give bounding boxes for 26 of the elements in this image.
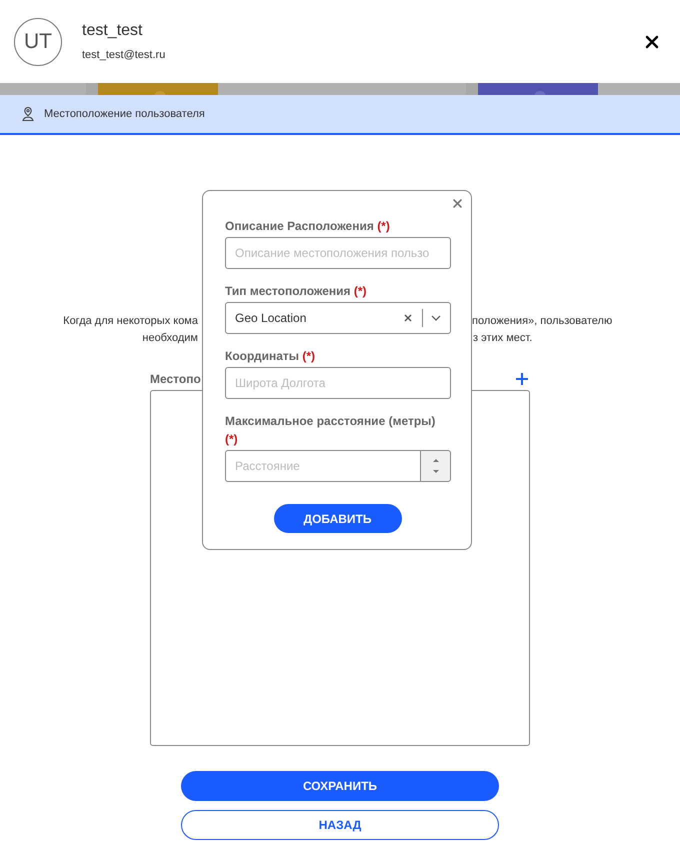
user-email: test_test@test.ru <box>82 49 166 61</box>
input-field[interactable]: Описание местоположения пользо <box>225 237 451 269</box>
add-icon[interactable] <box>516 373 528 385</box>
input-field[interactable]: Расстояние <box>225 450 420 482</box>
input-field[interactable]: Широта Долгота <box>225 367 451 399</box>
back-button[interactable]: НАЗАД <box>181 810 499 840</box>
description-text: необходим <box>141 332 198 344</box>
description-text: з этих мест. <box>473 332 532 344</box>
spinner-icon[interactable] <box>420 450 451 482</box>
close-icon[interactable] <box>644 34 660 50</box>
description-text: положения», пользователю <box>472 314 612 326</box>
chevron-down-icon[interactable] <box>431 315 441 321</box>
user-name: test_test <box>82 22 144 40</box>
save-button[interactable]: СОХРАНИТЬ <box>181 771 499 801</box>
location-type-select[interactable]: Geo Location <box>225 302 451 334</box>
field-label: Координаты (*) <box>225 348 316 365</box>
field-label: Местопо <box>150 372 201 386</box>
field-label: Описание Расположения (*) <box>225 218 391 235</box>
tab[interactable]: Местоположение пользователя <box>0 106 205 122</box>
user-location-icon <box>21 106 35 122</box>
clear-icon[interactable] <box>404 314 412 322</box>
field-label: Тип местоположения (*) <box>225 283 368 300</box>
avatar: UT <box>14 18 62 66</box>
field-label: Максимальное расстояние (метры) (*) <box>225 413 436 448</box>
add-button[interactable]: ДОБАВИТЬ <box>274 504 402 533</box>
description-text: Когда для некоторых кома <box>62 314 198 326</box>
